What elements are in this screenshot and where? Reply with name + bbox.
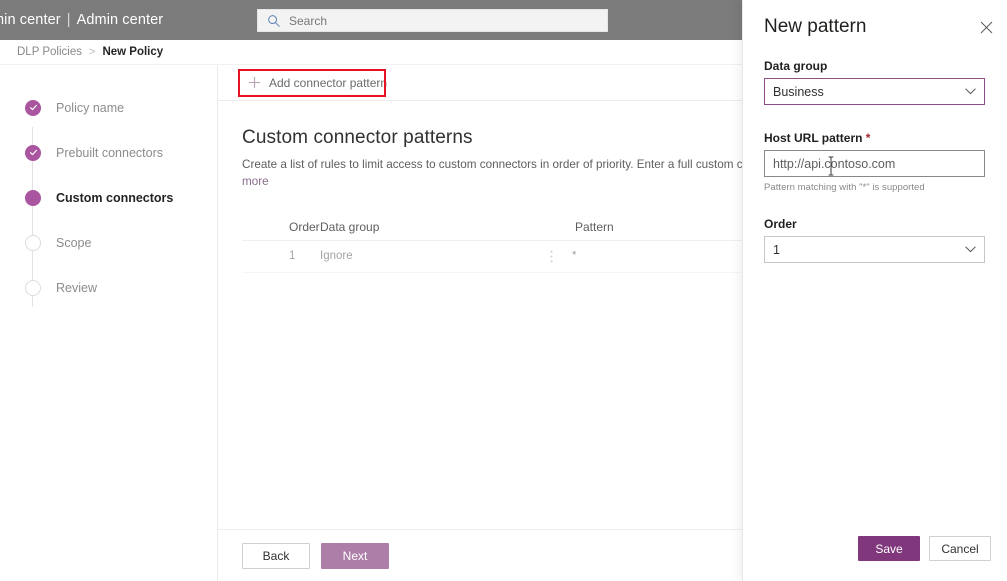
column-header-data-group: Data group [320,220,380,235]
page-description: Create a list of rules to limit access t… [242,158,782,171]
suite-title: min center | Admin center [0,12,163,28]
order-value: 1 [773,242,780,257]
save-button[interactable]: Save [858,536,920,561]
suite-title-separator: | [66,12,71,28]
step-complete-icon [25,144,41,161]
search-placeholder: Search [289,13,328,28]
next-button[interactable]: Next [321,542,389,569]
back-button[interactable]: Back [242,542,310,569]
text-cursor-icon [828,156,834,176]
order-label: Order [764,217,797,231]
new-pattern-panel: New pattern Data group Business Host URL… [742,0,1007,581]
table-row[interactable]: 1 Ignore * [242,241,802,273]
breadcrumb-item-dlp-policies[interactable]: DLP Policies [17,46,82,58]
wizard-step-list: Policy name Prebuilt connectors Custom c… [0,85,217,310]
step-current-icon [25,189,41,206]
step-label: Scope [56,235,92,250]
suite-title-app: Admin center [76,12,164,28]
patterns-table: Order Data group Pattern 1 Ignore * [242,215,802,273]
kebab-menu-icon [550,250,552,263]
required-marker: * [865,131,871,145]
close-icon[interactable] [980,21,993,34]
order-select[interactable]: 1 [764,236,985,263]
sidebar-item-policy-name[interactable]: Policy name [0,85,217,130]
host-url-label: Host URL pattern * [764,131,985,145]
chevron-down-icon [965,88,976,95]
chevron-down-icon [965,246,976,253]
host-url-hint: Pattern matching with "*" is supported [764,182,925,193]
panel-title: New pattern [764,16,867,37]
breadcrumb-item-new-policy: New Policy [102,46,164,58]
wizard-step-rail: Policy name Prebuilt connectors Custom c… [0,65,218,581]
step-complete-icon [25,99,41,116]
field-spacer [764,193,985,217]
plus-icon [248,76,261,89]
table-header-row: Order Data group Pattern [242,215,802,241]
step-label: Policy name [56,100,125,115]
cell-data-group: Ignore [320,250,353,263]
data-group-label: Data group [764,59,828,73]
breadcrumb-separator-icon: > [89,46,96,58]
panel-body: Data group Business Host URL pattern * h… [743,38,1007,263]
host-url-label-text: Host URL pattern [764,131,863,145]
step-pending-icon [25,279,41,296]
panel-action-buttons: Save Cancel [858,536,991,561]
data-group-value: Business [773,84,824,99]
step-label: Custom connectors [56,190,174,205]
cell-order: 1 [289,250,296,263]
add-connector-pattern-button[interactable]: Add connector pattern [242,70,393,96]
host-url-input[interactable]: http://api.contoso.com [764,150,985,177]
search-input[interactable]: Search [257,9,608,32]
step-pending-icon [25,234,41,251]
search-icon [268,14,280,27]
field-spacer [764,105,985,131]
row-overflow-menu-button[interactable] [530,250,572,263]
cancel-button[interactable]: Cancel [929,536,991,561]
data-group-select[interactable]: Business [764,78,985,105]
add-connector-pattern-label: Add connector pattern [269,75,388,90]
panel-header: New pattern [743,0,1007,38]
suite-title-truncated: min center [0,12,61,28]
step-label: Prebuilt connectors [56,145,164,160]
step-label: Review [56,280,97,295]
column-header-order: Order [289,220,320,235]
